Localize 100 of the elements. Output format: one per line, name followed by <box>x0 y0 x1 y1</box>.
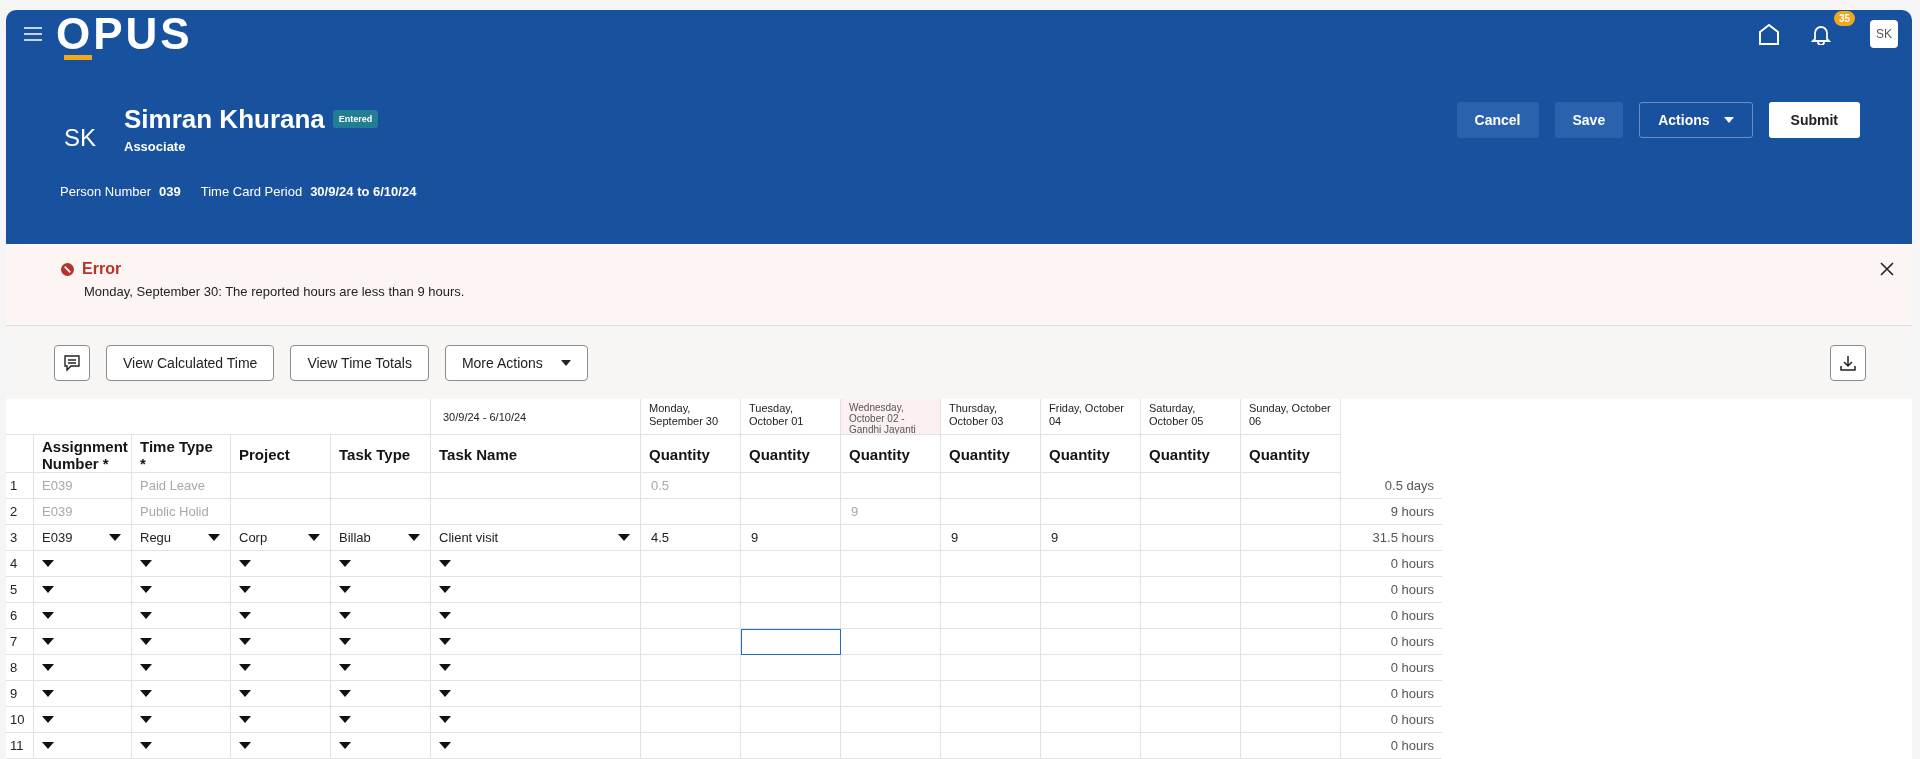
dropdown-cell[interactable] <box>431 629 641 655</box>
quantity-cell[interactable] <box>1141 577 1241 603</box>
quantity-cell[interactable] <box>841 577 941 603</box>
quantity-cell[interactable] <box>641 499 741 525</box>
header-button[interactable]: Submit <box>1768 101 1860 138</box>
column-header[interactable]: Assignment Number * <box>34 435 132 473</box>
dropdown-cell[interactable] <box>231 551 331 577</box>
quantity-cell[interactable] <box>741 629 841 655</box>
dropdown-cell[interactable] <box>331 603 431 629</box>
menu-icon[interactable] <box>22 24 44 43</box>
more-actions-dropdown[interactable]: More Actions <box>444 344 588 381</box>
quantity-cell[interactable] <box>1241 655 1341 681</box>
quantity-cell[interactable] <box>741 707 841 733</box>
dropdown-cell[interactable]: Regu <box>132 525 231 551</box>
dropdown-cell[interactable] <box>231 577 331 603</box>
quantity-cell[interactable] <box>1241 629 1341 655</box>
dropdown-cell[interactable] <box>132 655 231 681</box>
quantity-cell[interactable] <box>1041 707 1141 733</box>
quantity-cell[interactable] <box>941 551 1041 577</box>
column-header[interactable]: Quantity <box>741 435 841 473</box>
column-header[interactable]: Quantity <box>941 435 1041 473</box>
comment-icon[interactable] <box>54 344 90 381</box>
dropdown-cell[interactable] <box>431 681 641 707</box>
quantity-cell[interactable]: 9 <box>1041 525 1141 551</box>
dropdown-cell[interactable] <box>431 707 641 733</box>
header-button[interactable]: Cancel <box>1456 101 1539 138</box>
quantity-cell[interactable] <box>641 681 741 707</box>
quantity-cell[interactable] <box>1241 681 1341 707</box>
quantity-cell[interactable] <box>641 603 741 629</box>
quantity-cell[interactable] <box>741 499 841 525</box>
quantity-cell[interactable] <box>1141 603 1241 629</box>
quantity-cell[interactable] <box>1241 473 1341 499</box>
dropdown-cell[interactable] <box>331 655 431 681</box>
quantity-cell[interactable] <box>641 655 741 681</box>
quantity-cell[interactable] <box>641 551 741 577</box>
quantity-cell[interactable] <box>1241 551 1341 577</box>
dropdown-cell[interactable] <box>331 733 431 759</box>
quantity-cell[interactable] <box>841 473 941 499</box>
column-header[interactable]: Quantity <box>1241 435 1341 473</box>
dropdown-cell[interactable]: Billab <box>331 525 431 551</box>
column-header[interactable]: Project <box>231 435 331 473</box>
column-header[interactable]: Task Type <box>331 435 431 473</box>
quantity-cell[interactable] <box>1241 707 1341 733</box>
toolbar-button[interactable]: View Calculated Time <box>106 344 275 381</box>
quantity-cell[interactable] <box>1041 499 1141 525</box>
quantity-cell[interactable] <box>1041 681 1141 707</box>
quantity-cell[interactable] <box>741 603 841 629</box>
dropdown-cell[interactable] <box>34 681 132 707</box>
column-header[interactable]: Quantity <box>1041 435 1141 473</box>
dropdown-cell[interactable]: E039 <box>34 525 132 551</box>
quantity-cell[interactable]: 4.5 <box>641 525 741 551</box>
actions-dropdown[interactable]: Actions <box>1639 101 1753 138</box>
dropdown-cell[interactable] <box>231 681 331 707</box>
column-header[interactable]: Quantity <box>1141 435 1241 473</box>
dropdown-cell[interactable] <box>331 707 431 733</box>
quantity-cell[interactable]: 9 <box>941 525 1041 551</box>
column-header[interactable]: Quantity <box>841 435 941 473</box>
quantity-cell[interactable] <box>1141 707 1241 733</box>
quantity-cell[interactable] <box>1041 551 1141 577</box>
quantity-cell[interactable] <box>1041 603 1141 629</box>
quantity-cell[interactable] <box>1141 525 1241 551</box>
dropdown-cell[interactable] <box>132 551 231 577</box>
quantity-cell[interactable] <box>741 551 841 577</box>
dropdown-cell[interactable] <box>34 733 132 759</box>
quantity-cell[interactable] <box>941 603 1041 629</box>
quantity-cell[interactable] <box>1041 655 1141 681</box>
quantity-cell[interactable] <box>841 707 941 733</box>
quantity-cell[interactable] <box>1241 577 1341 603</box>
quantity-cell[interactable] <box>1041 629 1141 655</box>
dropdown-cell[interactable] <box>34 655 132 681</box>
dropdown-cell[interactable] <box>132 577 231 603</box>
dropdown-cell[interactable] <box>331 629 431 655</box>
dropdown-cell[interactable]: Corp <box>231 525 331 551</box>
quantity-cell[interactable] <box>1241 499 1341 525</box>
quantity-cell[interactable] <box>641 707 741 733</box>
dropdown-cell[interactable] <box>431 655 641 681</box>
quantity-cell[interactable] <box>741 681 841 707</box>
dropdown-cell[interactable] <box>331 577 431 603</box>
quantity-cell[interactable] <box>1241 525 1341 551</box>
dropdown-cell[interactable]: Client visit <box>431 525 641 551</box>
quantity-cell[interactable] <box>941 707 1041 733</box>
dropdown-cell[interactable] <box>431 603 641 629</box>
quantity-cell[interactable] <box>1041 733 1141 759</box>
quantity-cell[interactable]: 9 <box>741 525 841 551</box>
dropdown-cell[interactable] <box>132 603 231 629</box>
quantity-cell[interactable] <box>1141 655 1241 681</box>
quantity-cell[interactable] <box>941 473 1041 499</box>
quantity-cell[interactable] <box>841 525 941 551</box>
header-button[interactable]: Save <box>1554 101 1624 138</box>
dropdown-cell[interactable] <box>231 655 331 681</box>
quantity-cell[interactable] <box>841 655 941 681</box>
quantity-cell[interactable] <box>741 733 841 759</box>
quantity-cell[interactable] <box>1141 681 1241 707</box>
user-avatar[interactable]: SK <box>1870 19 1898 48</box>
quantity-cell[interactable] <box>941 499 1041 525</box>
column-header[interactable]: Task Name <box>431 435 641 473</box>
dropdown-cell[interactable] <box>431 551 641 577</box>
quantity-cell[interactable] <box>1041 577 1141 603</box>
quantity-cell[interactable] <box>1141 629 1241 655</box>
dropdown-cell[interactable] <box>431 733 641 759</box>
